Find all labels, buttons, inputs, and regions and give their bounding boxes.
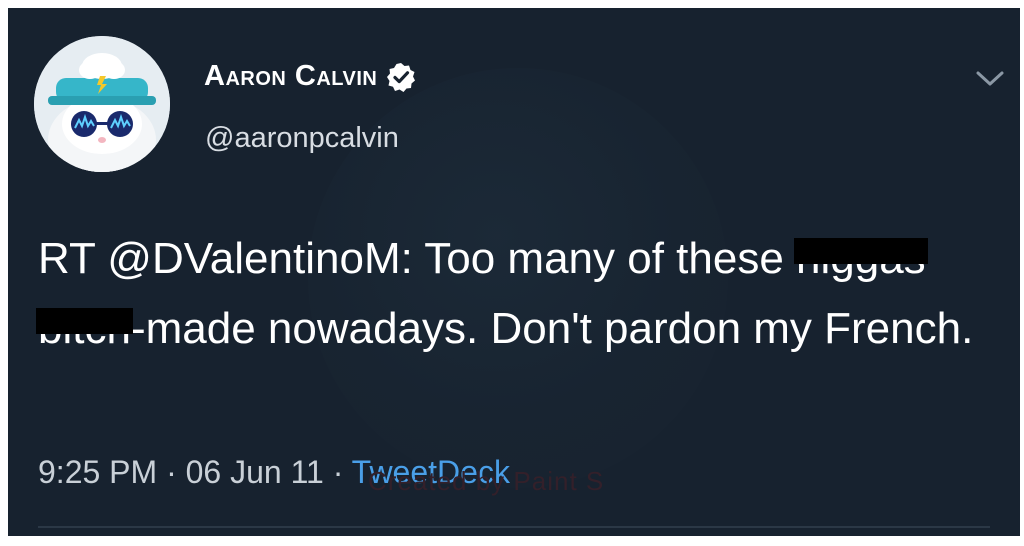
redaction-bar bbox=[36, 308, 133, 334]
watermark-text: Created by Paint S bbox=[368, 466, 605, 496]
tweet-body: RT @DValentinoM: Too many of these nigga… bbox=[36, 224, 1018, 364]
redacted-word: niggas bbox=[794, 224, 928, 294]
tweet-text-end: -made nowadays. Don't pardon my French. bbox=[130, 304, 974, 353]
divider bbox=[38, 526, 990, 528]
author-name[interactable]: Aaron Calvin bbox=[204, 60, 377, 93]
screenshot-frame: Aaron Calvin @aaronpcalvin RT @DValentin… bbox=[0, 0, 1024, 546]
redacted-word: bitch bbox=[36, 294, 133, 364]
avatar[interactable] bbox=[34, 36, 170, 172]
tweet-date[interactable]: 06 Jun 11 bbox=[186, 454, 324, 490]
cat-avatar-icon bbox=[34, 36, 170, 172]
author-name-row[interactable]: Aaron Calvin bbox=[204, 60, 417, 93]
redaction-bar bbox=[794, 238, 928, 264]
verified-badge-icon bbox=[387, 62, 416, 92]
tweet-time[interactable]: 9:25 PM bbox=[38, 454, 157, 490]
tweet-text-start: RT @DValentinoM: Too many of these bbox=[38, 234, 797, 283]
chevron-down-icon[interactable] bbox=[972, 63, 1008, 93]
meta-separator: · bbox=[166, 454, 177, 490]
tweet-card[interactable]: Aaron Calvin @aaronpcalvin RT @DValentin… bbox=[8, 8, 1020, 536]
meta-separator: · bbox=[332, 454, 344, 490]
author-handle[interactable]: @aaronpcalvin bbox=[205, 122, 399, 155]
